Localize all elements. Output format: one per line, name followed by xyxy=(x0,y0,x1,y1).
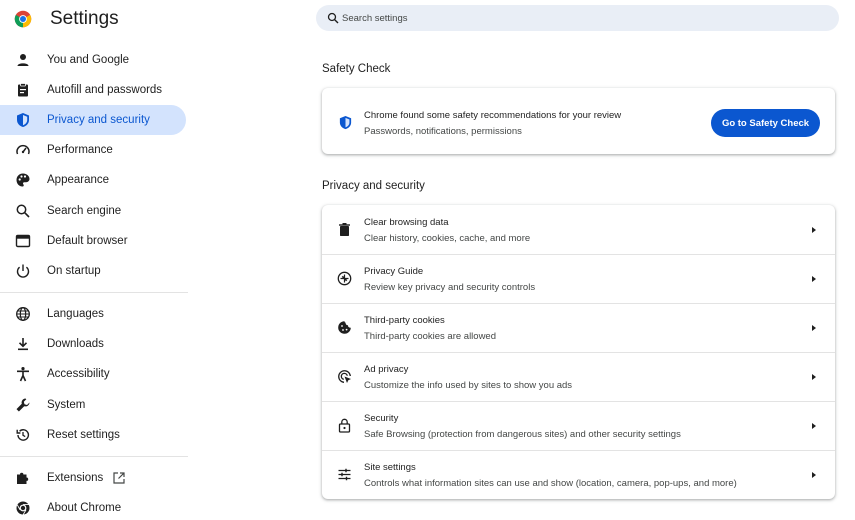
speedometer-icon xyxy=(15,142,31,158)
palette-icon xyxy=(15,172,31,188)
sidebar-item-label: Autofill and passwords xyxy=(47,84,163,96)
sidebar-item-you-and-google[interactable]: You and Google xyxy=(0,45,186,75)
privacy-security-card: Clear browsing data Clear history, cooki… xyxy=(322,205,835,499)
search-icon xyxy=(327,12,339,24)
arrow-right-icon xyxy=(812,472,816,478)
sidebar-item-extensions[interactable]: Extensions xyxy=(0,463,186,493)
external-link-icon xyxy=(113,472,125,484)
person-icon xyxy=(15,52,31,68)
row-subtitle: Review key privacy and security controls xyxy=(364,282,536,293)
sidebar-item-autofill[interactable]: Autofill and passwords xyxy=(0,75,186,105)
sidebar-item-label: You and Google xyxy=(47,54,130,66)
chrome-outline-icon xyxy=(15,500,31,516)
safety-check-heading: Safety Check xyxy=(322,63,391,75)
clipboard-icon xyxy=(15,82,31,98)
arrow-right-icon xyxy=(812,276,816,282)
sidebar-item-on-startup[interactable]: On startup xyxy=(0,256,186,286)
search-icon xyxy=(15,203,31,219)
row-subtitle: Controls what information sites can use … xyxy=(364,478,737,489)
row-subtitle: Clear history, cookies, cache, and more xyxy=(364,233,531,244)
cookie-icon xyxy=(337,320,352,335)
lock-icon xyxy=(337,418,352,433)
row-ad-privacy[interactable]: Ad privacy Customize the info used by si… xyxy=(322,352,835,401)
sidebar-item-label: Accessibility xyxy=(47,368,110,380)
safety-check-card: Chrome found some safety recommendations… xyxy=(322,88,835,154)
row-subtitle: Third-party cookies are allowed xyxy=(364,331,497,342)
globe-icon xyxy=(15,306,31,322)
arrow-right-icon xyxy=(812,423,816,429)
privacy-security-heading: Privacy and security xyxy=(322,180,425,192)
arrow-right-icon xyxy=(812,374,816,380)
download-icon xyxy=(15,336,31,352)
shield-icon xyxy=(339,115,352,130)
row-title: Clear browsing data xyxy=(364,217,449,228)
sidebar: Settings You and Google Autofill and pas… xyxy=(0,0,200,520)
sidebar-item-label: On startup xyxy=(47,265,101,277)
row-title: Security xyxy=(364,413,399,424)
sidebar-item-system[interactable]: System xyxy=(0,390,186,420)
puzzle-icon xyxy=(15,470,31,486)
row-site-settings[interactable]: Site settings Controls what information … xyxy=(322,450,835,499)
ad-target-icon xyxy=(337,369,352,384)
row-title: Privacy Guide xyxy=(364,266,424,277)
sidebar-item-appearance[interactable]: Appearance xyxy=(0,165,186,195)
safety-check-title: Chrome found some safety recommendations… xyxy=(364,110,622,121)
wrench-icon xyxy=(15,397,31,413)
search-box[interactable] xyxy=(316,5,839,31)
sidebar-item-search-engine[interactable]: Search engine xyxy=(0,196,186,226)
sidebar-item-performance[interactable]: Performance xyxy=(0,135,186,165)
arrow-right-icon xyxy=(812,325,816,331)
sidebar-item-label: Languages xyxy=(47,308,104,320)
trash-icon xyxy=(337,222,352,237)
browser-window-icon xyxy=(15,233,31,249)
row-subtitle: Customize the info used by sites to show… xyxy=(364,380,573,391)
compass-plus-icon xyxy=(337,271,352,286)
go-to-safety-check-button[interactable]: Go to Safety Check xyxy=(711,109,820,137)
sidebar-item-label: Default browser xyxy=(47,235,128,247)
sidebar-item-about-chrome[interactable]: About Chrome xyxy=(0,493,186,520)
page-title: Settings xyxy=(50,8,119,29)
sidebar-item-label: About Chrome xyxy=(47,502,122,514)
sidebar-item-label: Privacy and security xyxy=(47,114,150,126)
sidebar-item-languages[interactable]: Languages xyxy=(0,299,186,329)
row-clear-browsing-data[interactable]: Clear browsing data Clear history, cooki… xyxy=(322,205,835,254)
row-title: Site settings xyxy=(364,462,416,473)
power-icon xyxy=(15,263,31,279)
history-icon xyxy=(15,427,31,443)
safety-check-subtitle: Passwords, notifications, permissions xyxy=(364,126,522,137)
row-security[interactable]: Security Safe Browsing (protection from … xyxy=(322,401,835,450)
row-third-party-cookies[interactable]: Third-party cookies Third-party cookies … xyxy=(322,303,835,352)
sidebar-item-downloads[interactable]: Downloads xyxy=(0,329,186,359)
sidebar-item-label: System xyxy=(47,399,86,411)
sidebar-item-label: Extensions xyxy=(47,472,104,484)
row-subtitle: Safe Browsing (protection from dangerous… xyxy=(364,429,681,440)
sidebar-item-reset-settings[interactable]: Reset settings xyxy=(0,420,186,450)
chrome-logo-icon xyxy=(14,10,32,28)
sidebar-item-label: Downloads xyxy=(47,338,104,350)
sidebar-item-label: Search engine xyxy=(47,205,122,217)
arrow-right-icon xyxy=(812,227,816,233)
shield-icon xyxy=(15,112,31,128)
row-title: Ad privacy xyxy=(364,364,409,375)
search-input[interactable] xyxy=(342,5,822,31)
sidebar-item-label: Appearance xyxy=(47,174,110,186)
row-title: Third-party cookies xyxy=(364,315,445,326)
sidebar-item-privacy-and-security[interactable]: Privacy and security xyxy=(0,105,186,135)
sidebar-item-label: Reset settings xyxy=(47,429,120,441)
sidebar-divider xyxy=(0,456,188,457)
sidebar-item-label: Performance xyxy=(47,144,113,156)
row-privacy-guide[interactable]: Privacy Guide Review key privacy and sec… xyxy=(322,254,835,303)
sliders-icon xyxy=(337,467,352,482)
sidebar-item-accessibility[interactable]: Accessibility xyxy=(0,359,186,389)
sidebar-item-default-browser[interactable]: Default browser xyxy=(0,226,186,256)
sidebar-divider xyxy=(0,292,188,293)
brand: Settings xyxy=(14,8,119,30)
accessibility-icon xyxy=(15,366,31,382)
